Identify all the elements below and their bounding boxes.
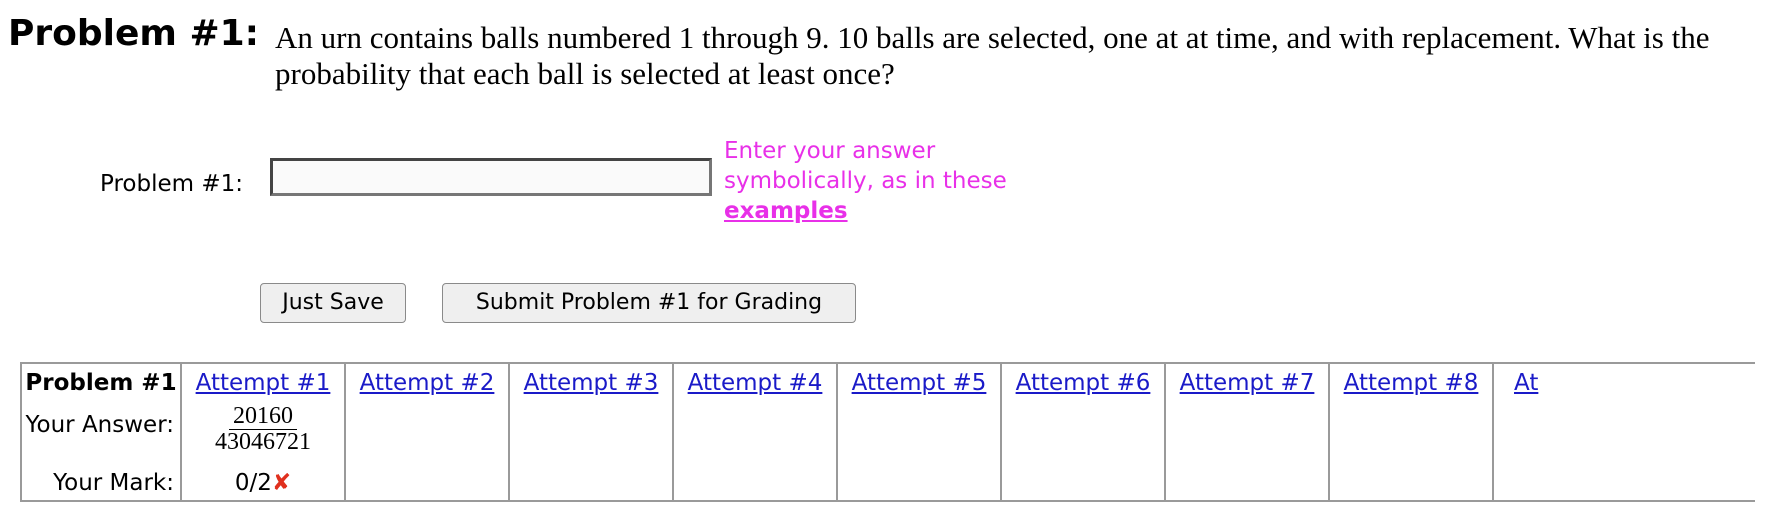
attempts-table: Problem #1 Your Answer: Your Mark: Attem… — [20, 362, 1755, 502]
attempt-column-2: Attempt #2 — [346, 364, 510, 500]
answer-hint: Enter your answer symbolically, as in th… — [724, 136, 1064, 226]
attempt-column-6: Attempt #6 — [1002, 364, 1166, 500]
attempt-column-5: Attempt #5 — [838, 364, 1002, 500]
attempts-table-title: Problem #1 — [25, 370, 177, 396]
mark-score: 0/2 — [234, 470, 272, 496]
attempt-column-4: Attempt #4 — [674, 364, 838, 500]
attempt-7-link[interactable]: Attempt #7 — [1166, 364, 1328, 404]
answer-input[interactable] — [270, 158, 712, 196]
attempt-1-mark: 0/2✘ — [182, 468, 344, 498]
attempt-column-9: At — [1494, 364, 1755, 500]
attempt-9-link[interactable]: At — [1514, 364, 1755, 404]
examples-link[interactable]: examples — [724, 198, 848, 224]
attempt-column-7: Attempt #7 — [1166, 364, 1330, 500]
your-mark-label: Your Mark: — [53, 470, 174, 496]
problem-statement: An urn contains balls numbered 1 through… — [275, 20, 1710, 91]
attempt-4-link[interactable]: Attempt #4 — [674, 364, 836, 404]
answer-numerator: 20160 — [229, 404, 297, 430]
submit-grading-button[interactable]: Submit Problem #1 for Grading — [442, 283, 856, 323]
answer-row: Problem #1: Enter your answer symbolical… — [0, 136, 1200, 236]
wrong-mark-icon: ✘ — [271, 470, 292, 496]
attempt-3-link[interactable]: Attempt #3 — [510, 364, 672, 404]
your-answer-label: Your Answer: — [25, 412, 174, 438]
attempt-1-answer: 20160 43046721 — [182, 404, 344, 455]
problem-title: Problem #1: — [8, 13, 260, 54]
answer-denominator: 43046721 — [215, 429, 311, 455]
attempt-column-1: Attempt #1 20160 43046721 0/2✘ — [182, 364, 346, 500]
attempt-6-link[interactable]: Attempt #6 — [1002, 364, 1164, 404]
attempt-column-8: Attempt #8 — [1330, 364, 1494, 500]
hint-line-1: Enter your answer — [724, 138, 936, 164]
answer-label: Problem #1: — [100, 171, 243, 197]
attempt-5-link[interactable]: Attempt #5 — [838, 364, 1000, 404]
attempt-8-link[interactable]: Attempt #8 — [1330, 364, 1492, 404]
hint-line-2: symbolically, as in these — [724, 168, 1007, 194]
label-column: Problem #1 Your Answer: Your Mark: — [22, 364, 182, 500]
attempt-column-3: Attempt #3 — [510, 364, 674, 500]
attempt-2-link[interactable]: Attempt #2 — [346, 364, 508, 404]
just-save-button[interactable]: Just Save — [260, 283, 406, 323]
attempt-1-link[interactable]: Attempt #1 — [182, 364, 344, 404]
